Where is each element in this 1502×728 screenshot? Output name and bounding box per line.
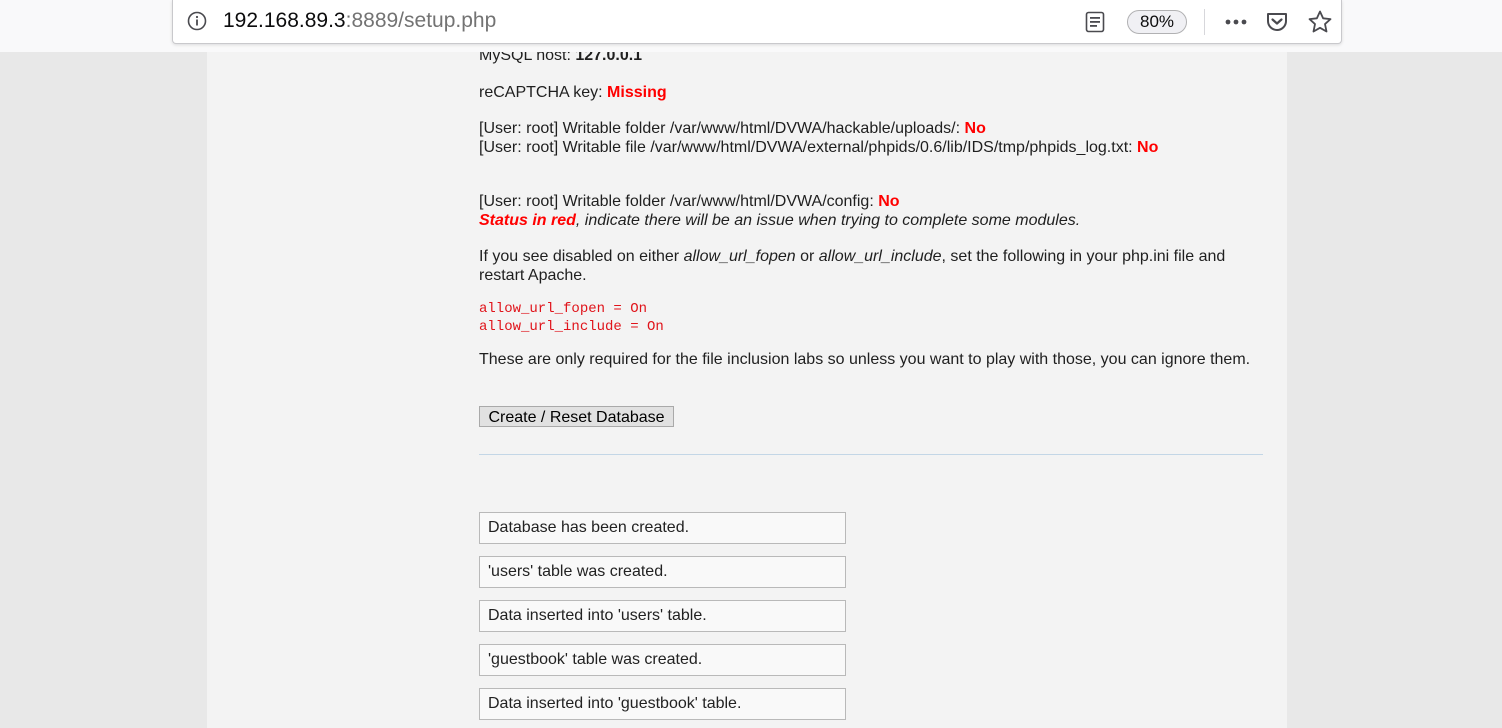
phpids-label: [User: root] Writable file /var/www/html… bbox=[479, 139, 1133, 156]
address-bar[interactable]: 192.168.89.3:8889/setup.php 80% bbox=[172, 0, 1342, 44]
mysql-host-label: MySQL host: bbox=[479, 52, 571, 64]
code-line-fopen: allow_url_fopen = On bbox=[479, 301, 648, 317]
disabled-text-2: or bbox=[795, 248, 819, 265]
message-box: Data inserted into 'guestbook' table. bbox=[479, 688, 846, 720]
code-line-include: allow_url_include = On bbox=[479, 319, 664, 335]
config-status: No bbox=[878, 193, 900, 210]
allow-url-include-option: allow_url_include bbox=[818, 248, 942, 265]
allow-url-fopen-option: allow_url_fopen bbox=[683, 248, 796, 265]
divider bbox=[479, 454, 1263, 455]
url-path: :8889/setup.php bbox=[345, 9, 497, 32]
uploads-label: [User: root] Writable folder /var/www/ht… bbox=[479, 120, 961, 137]
phpids-line: [User: root] Writable file /var/www/html… bbox=[479, 138, 1158, 157]
uploads-status: No bbox=[964, 120, 986, 137]
pocket-icon[interactable] bbox=[1265, 10, 1289, 34]
more-actions-icon[interactable] bbox=[1223, 12, 1249, 32]
status-legend: Status in red, indicate there will be an… bbox=[479, 211, 1080, 230]
browser-toolbar: 192.168.89.3:8889/setup.php 80% bbox=[0, 0, 1502, 52]
create-reset-database-button[interactable]: Create / Reset Database bbox=[479, 406, 674, 427]
config-label: [User: root] Writable folder /var/www/ht… bbox=[479, 193, 874, 210]
status-legend-text: , indicate there will be an issue when t… bbox=[575, 212, 1081, 229]
message-box: Database has been created. bbox=[479, 512, 846, 544]
page-body: MySQL host: 127.0.0.1 reCAPTCHA key: Mis… bbox=[207, 52, 1287, 728]
recaptcha-status: Missing bbox=[607, 84, 667, 101]
reader-view-icon[interactable] bbox=[1085, 11, 1105, 33]
phpids-status: No bbox=[1137, 139, 1159, 156]
inclusion-note: These are only required for the file inc… bbox=[479, 351, 1251, 368]
url-host: 192.168.89.3 bbox=[223, 9, 346, 32]
message-box: 'users' table was created. bbox=[479, 556, 846, 588]
recaptcha-label: reCAPTCHA key: bbox=[479, 84, 603, 101]
config-line: [User: root] Writable folder /var/www/ht… bbox=[479, 192, 900, 211]
mysql-host-value: 127.0.0.1 bbox=[575, 52, 643, 64]
status-in-red: Status in red bbox=[479, 212, 576, 229]
message-box: Data inserted into 'users' table. bbox=[479, 600, 846, 632]
toolbar-divider bbox=[1204, 9, 1205, 35]
bookmark-star-icon[interactable] bbox=[1307, 9, 1333, 35]
disabled-text-1: If you see disabled on either bbox=[479, 248, 684, 265]
uploads-line: [User: root] Writable folder /var/www/ht… bbox=[479, 119, 986, 138]
mysql-host-line: MySQL host: 127.0.0.1 bbox=[479, 52, 642, 65]
zoom-indicator[interactable]: 80% bbox=[1127, 10, 1187, 34]
info-icon[interactable] bbox=[187, 11, 207, 31]
recaptcha-line: reCAPTCHA key: Missing bbox=[479, 83, 667, 102]
disabled-note: If you see disabled on either allow_url_… bbox=[479, 247, 1263, 285]
php-ini-code: allow_url_fopen = On allow_url_include =… bbox=[479, 300, 664, 336]
url-text[interactable]: 192.168.89.3:8889/setup.php bbox=[223, 9, 496, 33]
message-box: 'guestbook' table was created. bbox=[479, 644, 846, 676]
